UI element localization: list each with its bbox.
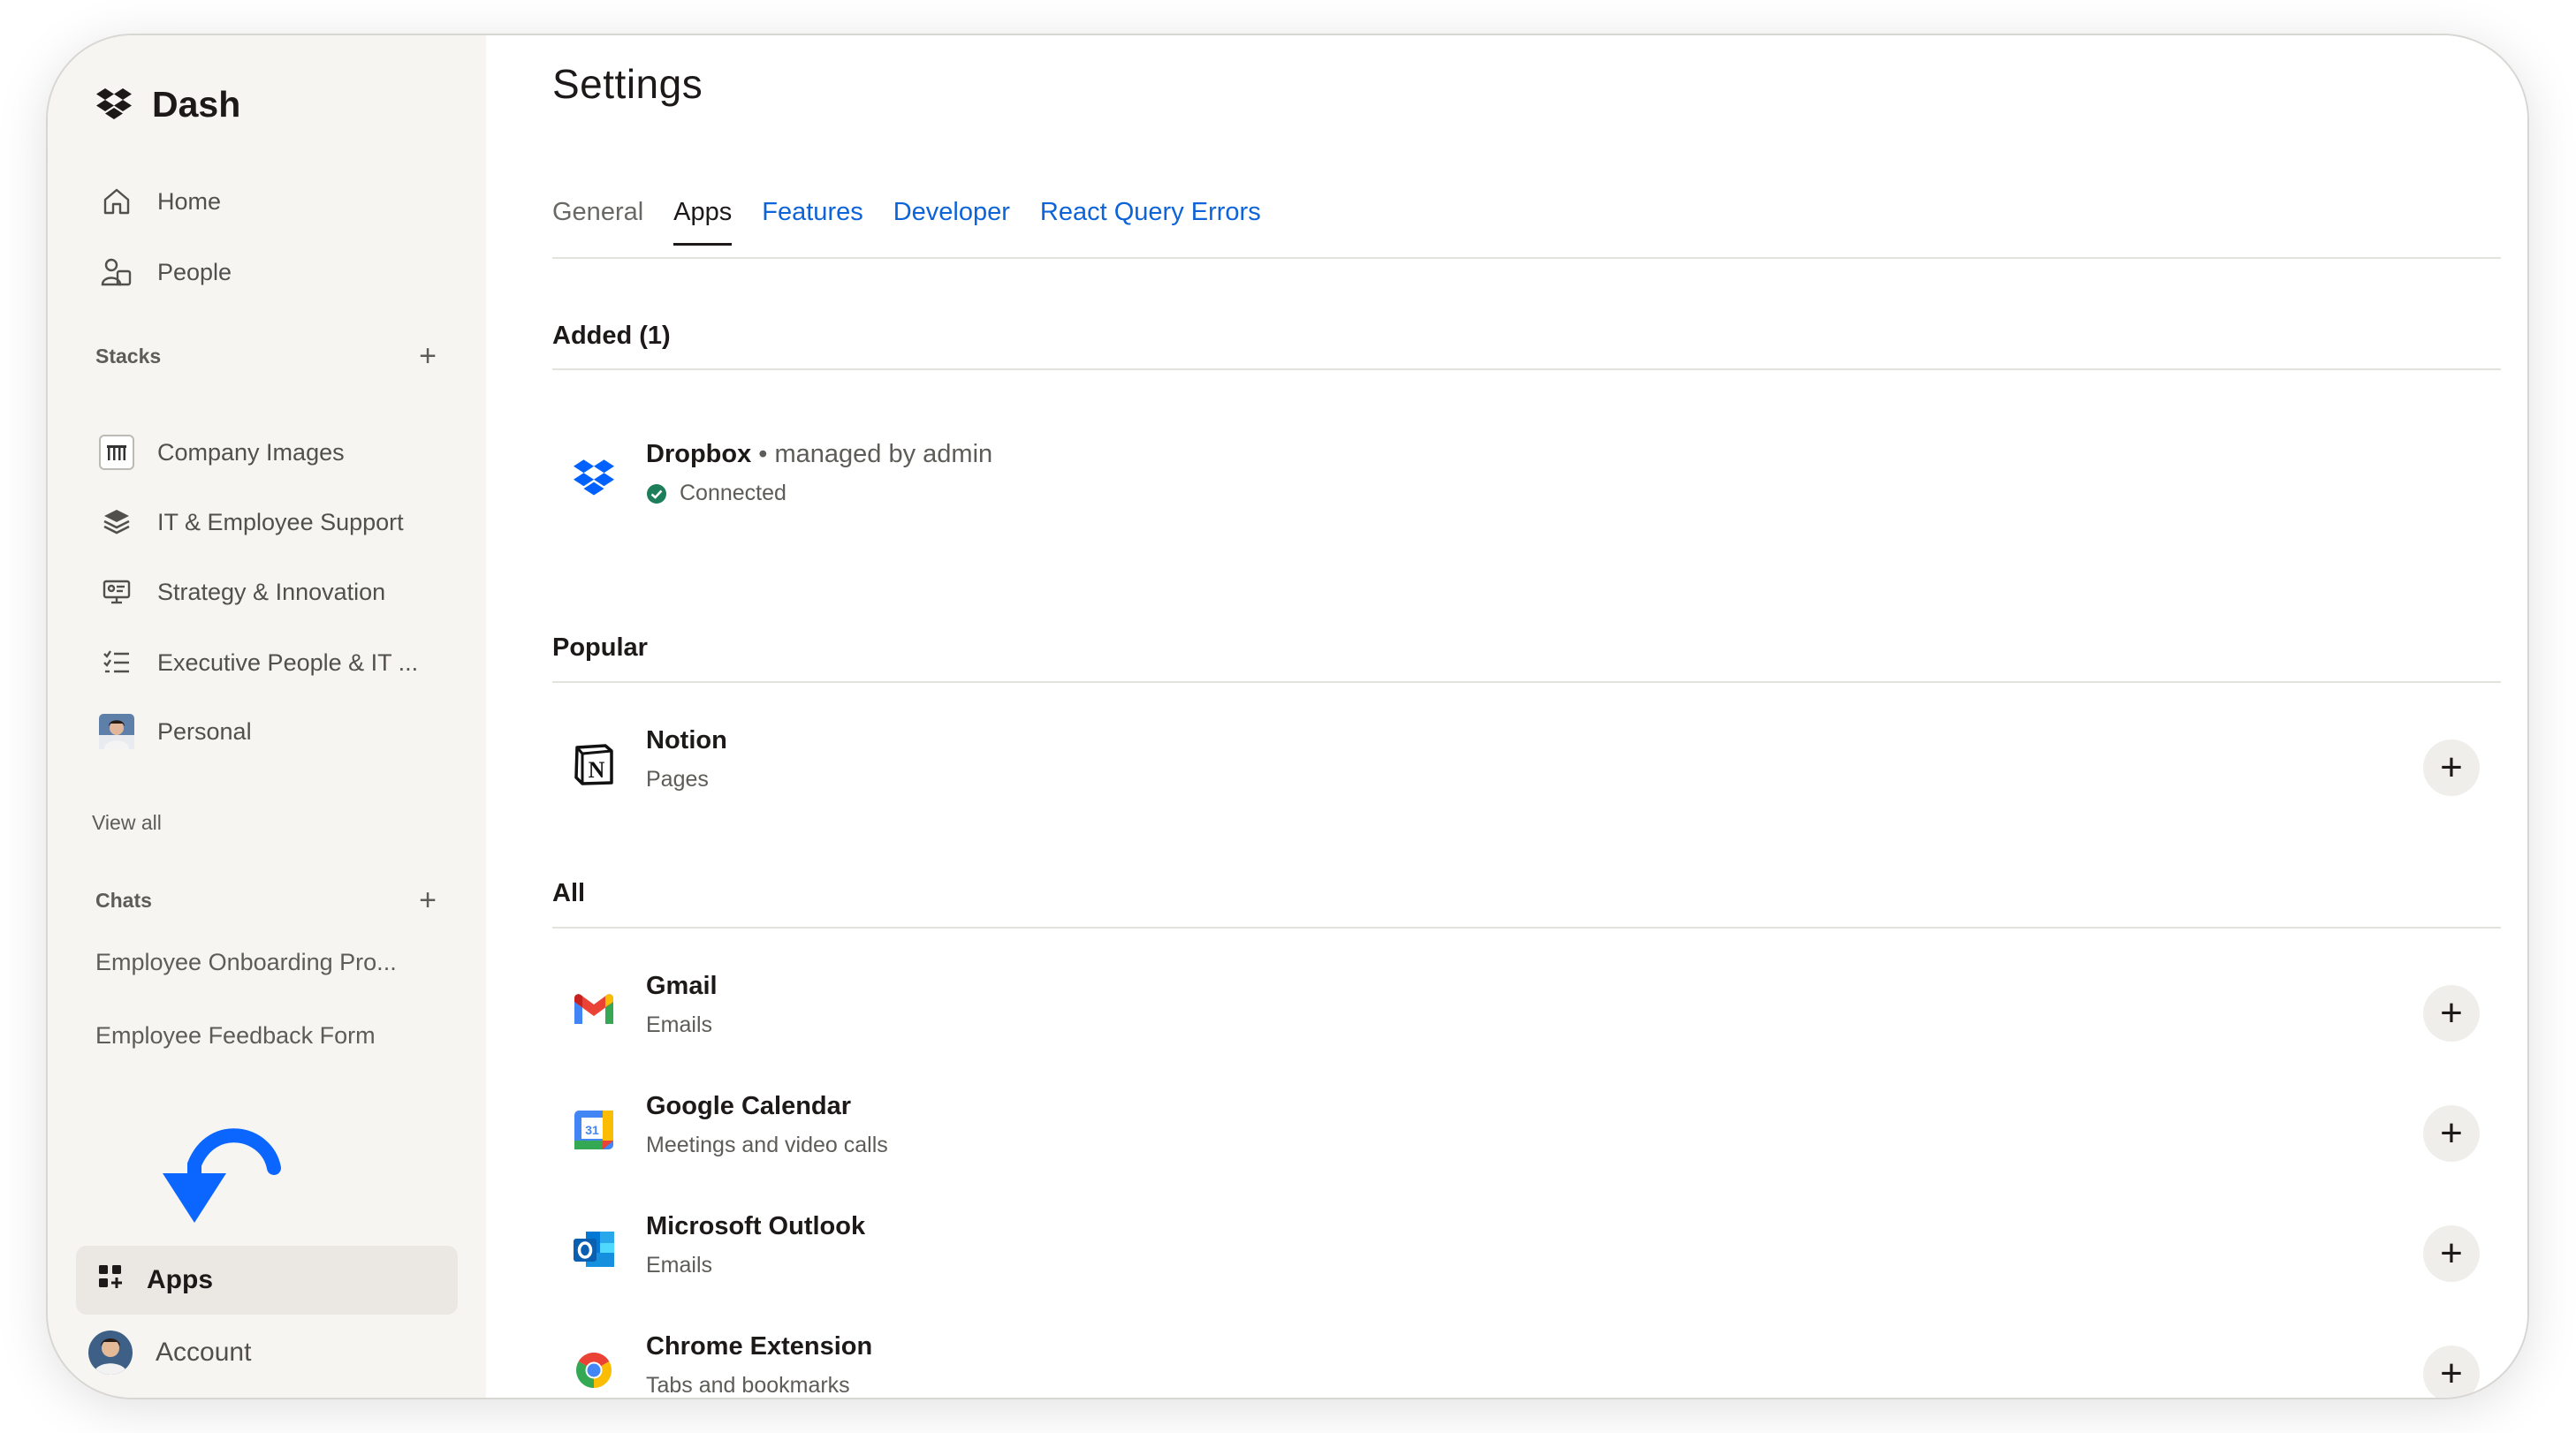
sidebar-item-label: Home [157, 187, 222, 215]
stack-item-it-employee-support[interactable]: IT & Employee Support [99, 504, 404, 540]
app-name-text: Dropbox [646, 440, 752, 468]
app-name: Dropbox • managed by admin [646, 440, 992, 469]
stack-item-personal[interactable]: Personal [99, 714, 252, 749]
app-description: Pages [646, 767, 709, 792]
app-row-dropbox: Dropbox • managed by admin Connected [552, 440, 2501, 511]
added-heading: Added (1) [552, 322, 671, 350]
add-app-button[interactable]: + [2423, 1225, 2480, 1282]
notion-icon: N [572, 742, 616, 786]
stack-label: Company Images [157, 438, 345, 466]
chrome-icon [572, 1348, 616, 1392]
app-description: Meetings and video calls [646, 1133, 888, 1157]
google-calendar-icon: 31 [572, 1108, 616, 1152]
stacks-header: Stacks + [95, 341, 437, 371]
chats-heading: Chats [95, 888, 152, 912]
app-name: Notion [646, 726, 727, 754]
view-all-link[interactable]: View all [92, 811, 162, 835]
dropbox-icon [572, 456, 616, 500]
piano-thumbnail-icon [99, 435, 134, 470]
add-app-button[interactable]: + [2423, 985, 2480, 1042]
status-text: Connected [680, 481, 786, 505]
svg-text:N: N [589, 757, 605, 783]
gmail-icon [572, 988, 616, 1032]
stack-item-executive-people-it[interactable]: Executive People & IT ... [99, 645, 418, 680]
apps-grid-icon [97, 1263, 124, 1297]
app-name: Google Calendar [646, 1092, 852, 1120]
app-name: Chrome Extension [646, 1332, 873, 1361]
brand-name: Dash [152, 83, 241, 125]
page-title: Settings [552, 61, 703, 107]
sidebar-item-home[interactable]: Home [99, 184, 221, 219]
app-row-chrome-extension: Chrome Extension Tabs and bookmarks + [552, 1332, 2501, 1398]
sidebar-item-people[interactable]: People [99, 254, 232, 290]
account-label: Account [156, 1338, 252, 1367]
sidebar: Dash Home People Stacks + Company Images… [48, 35, 486, 1398]
add-app-button[interactable]: + [2423, 1346, 2480, 1398]
tab-general[interactable]: General [552, 198, 643, 246]
avatar-thumbnail [99, 714, 134, 749]
add-app-button[interactable]: + [2423, 1105, 2480, 1162]
tabs-divider [552, 257, 2501, 259]
dropbox-logo-icon [96, 88, 132, 119]
app-row-microsoft-outlook: Microsoft Outlook Emails + [552, 1212, 2501, 1283]
settings-tabs: General Apps Features Developer React Qu… [552, 198, 1261, 246]
check-circle-icon [647, 483, 666, 504]
stacks-heading: Stacks [95, 344, 162, 368]
settings-panel: Settings General Apps Features Developer… [486, 35, 2527, 1398]
managed-by-label: • managed by admin [758, 440, 993, 468]
app-description: Tabs and bookmarks [646, 1373, 850, 1398]
stack-item-strategy-innovation[interactable]: Strategy & Innovation [99, 574, 385, 610]
chat-item[interactable]: Employee Feedback Form [95, 1022, 376, 1050]
stack-label: Strategy & Innovation [157, 578, 386, 605]
stack-label: Executive People & IT ... [157, 648, 419, 676]
app-row-google-calendar: 31 Google Calendar Meetings and video ca… [552, 1092, 2501, 1163]
app-row-notion: N Notion Pages + [552, 726, 2501, 797]
tab-apps[interactable]: Apps [673, 198, 733, 246]
all-heading: All [552, 879, 586, 907]
connection-status: Connected [646, 481, 786, 506]
tab-developer[interactable]: Developer [893, 198, 1010, 246]
sidebar-item-label: People [157, 258, 232, 285]
app-window: Dash Home People Stacks + Company Images… [48, 35, 2527, 1398]
outlook-icon [572, 1228, 616, 1272]
add-stack-button[interactable]: + [419, 341, 437, 371]
app-description: Emails [646, 1253, 713, 1278]
tab-features[interactable]: Features [762, 198, 862, 246]
chat-item[interactable]: Employee Onboarding Pro... [95, 949, 397, 976]
chats-header: Chats + [95, 885, 437, 915]
app-description: Emails [646, 1012, 713, 1037]
popular-heading: Popular [552, 633, 648, 662]
checklist-icon [99, 645, 134, 680]
section-divider [552, 927, 2501, 929]
pointer-arrow-icon [163, 1128, 281, 1223]
stack-label: IT & Employee Support [157, 508, 404, 535]
people-icon [99, 254, 134, 290]
section-divider [552, 681, 2501, 683]
add-app-button[interactable]: + [2423, 739, 2480, 796]
layers-icon [99, 504, 134, 540]
brand[interactable]: Dash [95, 78, 240, 131]
sidebar-item-label: Apps [147, 1265, 213, 1294]
app-name: Microsoft Outlook [646, 1212, 866, 1240]
calendar-day-number: 31 [585, 1123, 599, 1137]
sidebar-item-apps[interactable]: Apps [76, 1246, 458, 1315]
stack-item-company-images[interactable]: Company Images [99, 435, 345, 470]
presentation-icon [99, 574, 134, 610]
stack-label: Personal [157, 717, 252, 745]
app-row-gmail: Gmail Emails + [552, 972, 2501, 1043]
app-name: Gmail [646, 972, 718, 1000]
tab-react-query-errors[interactable]: React Query Errors [1040, 198, 1261, 246]
account-menu[interactable]: Account [88, 1331, 251, 1375]
avatar [88, 1331, 133, 1375]
section-divider [552, 368, 2501, 370]
add-chat-button[interactable]: + [419, 885, 437, 915]
home-icon [99, 184, 134, 219]
